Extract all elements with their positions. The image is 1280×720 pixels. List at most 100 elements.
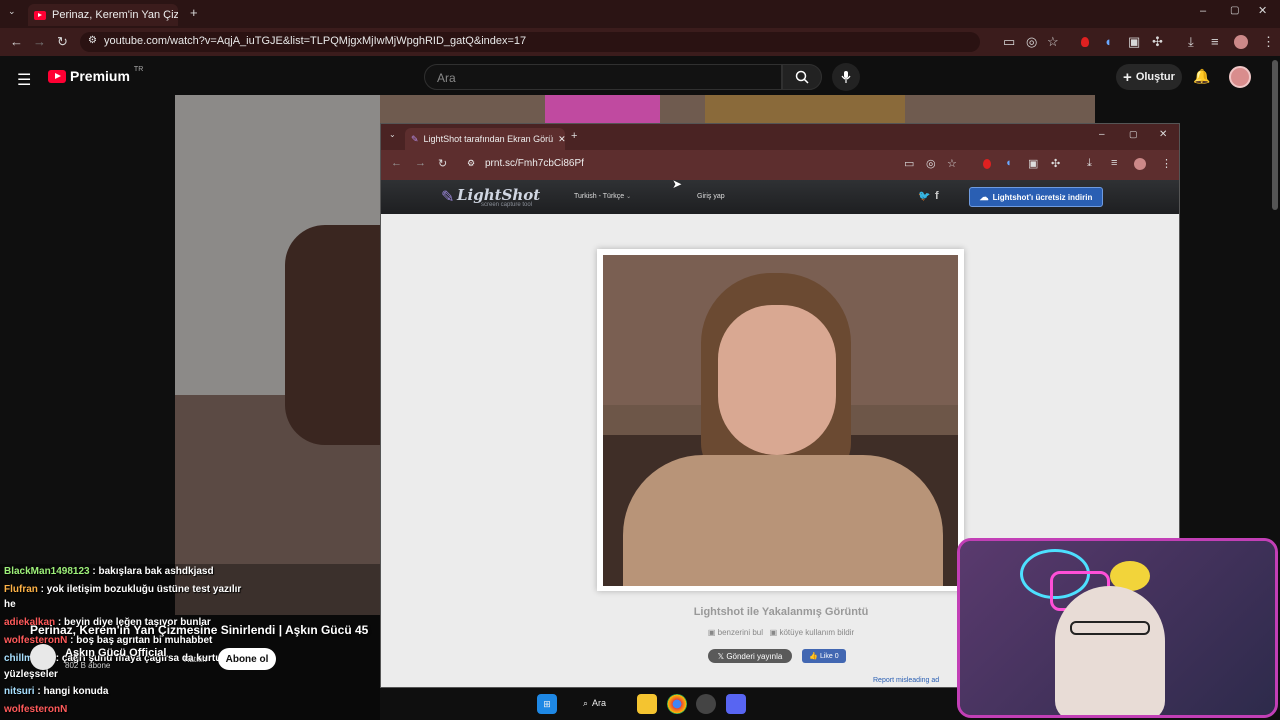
notifications-bell-icon[interactable]: 🔔	[1193, 68, 1210, 85]
screenshot-image[interactable]	[603, 255, 958, 586]
download-lightshot-button[interactable]: ☁ Lightshot'ı ücretsiz indirin	[969, 187, 1103, 207]
inner-back-icon[interactable]: ←	[391, 157, 402, 169]
youtube-logo-icon	[48, 69, 66, 83]
inner-menu-icon[interactable]: ⋮	[1161, 157, 1172, 170]
inner-extensions-icon[interactable]: ✣	[1051, 157, 1060, 170]
create-button[interactable]: + Oluştur	[1116, 64, 1182, 90]
microphone-icon	[841, 71, 851, 83]
extension-twitch-icon[interactable]: ▣	[1128, 35, 1140, 48]
chevron-down-icon: ⌄	[626, 194, 632, 200]
site-info-icon[interactable]: ⚙	[88, 35, 97, 46]
bookmark-star-icon[interactable]: ☆	[1047, 35, 1059, 48]
inner-tab-search-icon[interactable]: ⌄	[389, 130, 396, 139]
like-label: Like 0	[819, 652, 839, 660]
facebook-icon[interactable]: f	[935, 190, 939, 202]
report-abuse-link[interactable]: kötüye kullanım bildir	[779, 628, 854, 637]
inner-cast-icon[interactable]: ▭	[904, 157, 914, 170]
hamburger-menu-icon[interactable]: ☰	[17, 70, 31, 90]
channel-name[interactable]: Aşkın Gücü Official	[65, 647, 166, 659]
chat-text: he	[4, 599, 16, 610]
inner-extension-twitch-icon[interactable]: ▣	[1028, 157, 1038, 170]
youtube-search-button[interactable]	[782, 64, 822, 90]
inner-bookmark-icon[interactable]: ☆	[947, 157, 957, 170]
inner-maximize-icon[interactable]: ▢	[1129, 129, 1138, 140]
inner-forward-icon[interactable]: →	[415, 157, 426, 169]
windows-start-icon[interactable]: ⊞	[537, 694, 557, 714]
profile-avatar[interactable]	[1234, 35, 1248, 49]
inner-eye-off-icon[interactable]: ◎	[926, 157, 936, 170]
shot-face	[718, 305, 836, 455]
extension-red-icon[interactable]	[1081, 37, 1089, 47]
twitter-icon[interactable]: 🐦	[918, 191, 930, 202]
inner-address-bar[interactable]: ⚙ prnt.sc/Fmh7cbCi86Pf	[461, 156, 981, 174]
tab-list-icon[interactable]: ≡	[1211, 35, 1219, 48]
back-icon[interactable]: ←	[10, 35, 23, 48]
inner-close-icon[interactable]: ✕	[1159, 129, 1167, 140]
login-link[interactable]: Giriş yap	[697, 193, 725, 200]
new-tab-icon[interactable]: +	[190, 6, 198, 19]
inner-extension-sound-icon[interactable]: ◖	[1005, 157, 1012, 169]
obs-icon[interactable]	[696, 694, 716, 714]
subscriber-count: 802 B abone	[65, 661, 111, 670]
forward-icon[interactable]: →	[33, 35, 46, 48]
chat-message: BlackMan1498123 : bakışlara bak ashdkjas…	[4, 566, 214, 577]
close-window-icon[interactable]: ✕	[1258, 6, 1267, 17]
lightshot-logo-subtitle: screen capture tool	[481, 202, 533, 208]
minimize-icon[interactable]: –	[1200, 6, 1206, 17]
chat-message: he	[4, 599, 16, 610]
inner-new-tab-icon[interactable]: +	[571, 130, 577, 142]
find-similar-link[interactable]: benzerini bul	[718, 628, 763, 637]
eye-off-icon[interactable]: ◎	[1026, 35, 1037, 48]
inner-extension-red-icon[interactable]	[983, 159, 991, 169]
chat-username: nitsuri	[4, 686, 35, 697]
taskbar-search[interactable]: ⌕ Ara	[583, 698, 606, 709]
download-icon[interactable]: ⤓	[1188, 35, 1194, 48]
outer-active-tab[interactable]: Perinaz, Kerem'in Yan Çizme ✕	[28, 4, 178, 26]
inner-reload-icon[interactable]: ↻	[438, 157, 447, 170]
youtube-logo[interactable]: Premium TR	[48, 65, 144, 84]
discord-icon[interactable]	[726, 694, 746, 714]
youtube-search-input[interactable]: Ara	[424, 64, 782, 90]
cast-icon[interactable]: ▭	[1003, 35, 1015, 48]
facebook-like-button[interactable]: 👍 Like 0	[802, 649, 846, 663]
account-avatar[interactable]	[1229, 66, 1251, 88]
page-scrollbar[interactable]	[1272, 60, 1278, 210]
extension-sound-icon[interactable]: ◖	[1104, 35, 1112, 48]
reload-icon[interactable]: ↻	[57, 35, 68, 48]
streamer	[1055, 586, 1165, 715]
maximize-icon[interactable]: ▢	[1230, 6, 1239, 16]
tab-search-icon[interactable]: ⌄	[8, 7, 16, 16]
image-icon: ▣	[707, 628, 718, 637]
join-button[interactable]: Katılın	[184, 655, 207, 664]
outer-address-bar[interactable]: ⚙ youtube.com/watch?v=AqjA_iuTGJE&list=T…	[80, 32, 980, 52]
taskbar-search-label: Ara	[592, 698, 607, 708]
cloud-download-icon: ☁	[979, 191, 989, 202]
inner-download-icon[interactable]: ⤓	[1087, 157, 1092, 170]
inner-site-info-icon[interactable]: ⚙	[467, 158, 475, 169]
inner-profile-avatar[interactable]	[1134, 158, 1146, 170]
subscribe-button[interactable]: Abone ol	[218, 648, 276, 670]
report-ad-link[interactable]: Report misleading ad	[873, 677, 939, 684]
chat-username: wolfesteronN	[4, 704, 68, 715]
tweet-button[interactable]: 𝕏 Gönderi yayınla	[708, 649, 792, 663]
inner-minimize-icon[interactable]: –	[1099, 129, 1105, 140]
chrome-icon[interactable]	[667, 694, 687, 714]
chat-message: nitsuri : hangi konuda	[4, 686, 109, 697]
voice-search-button[interactable]	[832, 63, 860, 91]
inner-active-tab[interactable]: ✎ LightShot tarafından Ekran Görü ✕	[405, 128, 565, 150]
extensions-puzzle-icon[interactable]: ✣	[1152, 35, 1163, 48]
mouse-cursor-icon: ➤	[672, 177, 683, 191]
inner-tab-list-icon[interactable]: ≡	[1111, 157, 1117, 169]
browser-menu-icon[interactable]: ⋮	[1262, 35, 1275, 48]
language-selector[interactable]: Turkish - Türkçe ⌄	[574, 193, 631, 200]
file-explorer-icon[interactable]	[637, 694, 657, 714]
channel-avatar[interactable]	[30, 644, 56, 670]
inner-tab-close-icon[interactable]: ✕	[558, 134, 565, 145]
shot-dress	[623, 455, 943, 586]
taskbar-search-icon: ⌕	[583, 698, 589, 708]
chat-text: yüzleşseler	[4, 669, 58, 680]
video-title-overlay: Perinaz, Kerem'in Yan Çizmesine Sinirlen…	[30, 623, 369, 637]
video-scene-hair	[285, 225, 380, 445]
youtube-region: TR	[133, 65, 144, 73]
webcam-overlay	[957, 538, 1278, 718]
